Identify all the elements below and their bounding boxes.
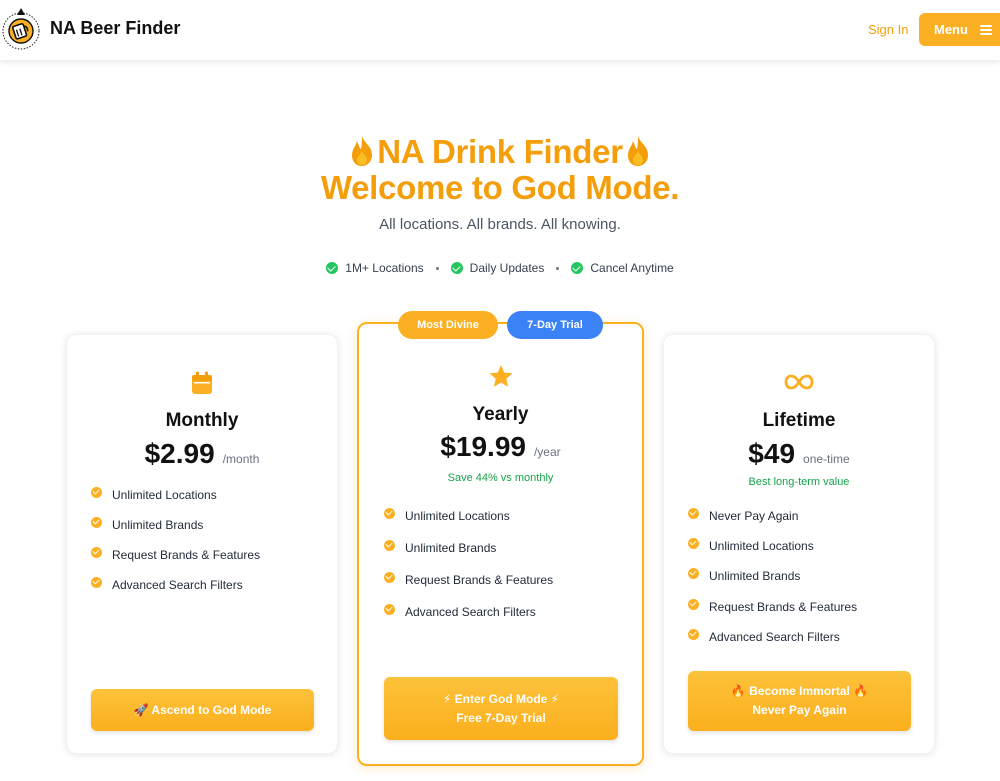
check-icon	[688, 507, 699, 519]
list-item: Unlimited Locations	[688, 537, 814, 553]
separator-dot	[435, 266, 439, 270]
feature-text: Unlimited Brands	[405, 541, 497, 555]
plan-title: Yearly	[472, 404, 529, 425]
plan-title: Lifetime	[762, 410, 836, 431]
feature-text: Request Brands & Features	[405, 573, 554, 587]
feature-text: Advanced Search Filters	[709, 630, 840, 644]
hero-tagline: All locations. All brands. All knowing.	[379, 216, 621, 233]
hero-features: 1M+ Locations Daily Updates Cancel Anyti…	[0, 261, 1000, 275]
ascend-button[interactable]: 🚀 Ascend to God Mode	[91, 689, 314, 731]
list-item: Unlimited Brands	[384, 539, 497, 555]
plan-price-row: $49 one-time	[664, 438, 934, 470]
cta-label-line1: ⚡ Enter God Mode ⚡	[442, 691, 560, 706]
most-divine-badge: Most Divine	[398, 311, 498, 339]
list-item: Unlimited Locations	[384, 507, 510, 523]
plan-price-row: $2.99 /month	[67, 438, 337, 470]
list-item: Advanced Search Filters	[688, 628, 840, 644]
feature-text: Request Brands & Features	[112, 548, 261, 562]
top-nav: NA Beer Finder Sign In Menu	[0, 0, 1000, 60]
plan-period: /month	[222, 452, 260, 466]
check-icon	[384, 539, 395, 551]
feature-label: Cancel Anytime	[590, 261, 674, 275]
menu-label: Menu	[934, 22, 968, 37]
check-icon	[91, 546, 102, 558]
value-note: Best long-term value	[748, 476, 850, 488]
check-circle-icon	[450, 262, 463, 274]
check-icon	[384, 507, 395, 519]
list-item: Advanced Search Filters	[91, 576, 243, 592]
enter-god-mode-button[interactable]: ⚡ Enter God Mode ⚡ Free 7-Day Trial	[384, 677, 618, 740]
feature-text: Never Pay Again	[709, 509, 799, 523]
list-item: Never Pay Again	[688, 507, 799, 523]
fire-icon	[627, 136, 648, 166]
plan-title: Monthly	[165, 410, 239, 431]
beer-compass-logo-icon[interactable]	[0, 7, 44, 53]
feature-text: Advanced Search Filters	[405, 605, 536, 619]
hero-title-text: NA Drink Finder	[377, 133, 623, 170]
list-item: Unlimited Locations	[91, 486, 217, 502]
hero-title-line1: NA Drink Finder	[0, 133, 1000, 171]
check-icon	[688, 537, 699, 549]
feature-text: Unlimited Locations	[405, 509, 510, 523]
check-circle-icon	[571, 262, 584, 274]
hamburger-icon	[979, 24, 992, 35]
fire-icon	[352, 136, 373, 166]
feature-text: Advanced Search Filters	[112, 578, 243, 592]
list-item: Unlimited Brands	[91, 516, 204, 532]
menu-button[interactable]: Menu	[919, 13, 1000, 46]
feature-text: Unlimited Brands	[709, 569, 801, 583]
star-icon	[359, 364, 642, 389]
feature-label: 1M+ Locations	[345, 261, 424, 275]
sign-in-link[interactable]: Sign In	[868, 22, 908, 37]
check-icon	[384, 571, 395, 583]
check-icon	[91, 486, 102, 498]
feature-item: Cancel Anytime	[571, 261, 674, 275]
feature-text: Request Brands & Features	[709, 600, 858, 614]
list-item: Request Brands & Features	[384, 571, 554, 587]
check-icon	[688, 567, 699, 579]
feature-item: 1M+ Locations	[326, 261, 424, 275]
check-circle-icon	[326, 262, 339, 274]
check-icon	[91, 516, 102, 528]
plan-price-row: $19.99 /year	[359, 431, 642, 463]
separator-dot	[556, 266, 560, 270]
cta-label-line2: Free 7-Day Trial	[456, 710, 546, 725]
check-icon	[91, 576, 102, 588]
brand-name[interactable]: NA Beer Finder	[50, 18, 180, 39]
cta-label-line2: Never Pay Again	[752, 703, 847, 717]
list-item: Advanced Search Filters	[384, 603, 536, 619]
check-icon	[688, 598, 699, 610]
feature-text: Unlimited Locations	[709, 539, 814, 553]
infinity-icon	[664, 373, 934, 391]
plan-price: $19.99	[440, 431, 526, 462]
cta-label: 🚀 Ascend to God Mode	[133, 702, 272, 717]
plan-card-lifetime: Lifetime $49 one-time Best long-term val…	[663, 334, 935, 754]
become-immortal-button[interactable]: 🔥 Become Immortal 🔥 Never Pay Again	[688, 671, 911, 731]
plan-card-monthly: Monthly $2.99 /month Unlimited Locations…	[66, 334, 338, 754]
hero-title-line2: Welcome to God Mode.	[320, 169, 680, 206]
feature-label: Daily Updates	[469, 261, 545, 275]
feature-text: Unlimited Brands	[112, 518, 204, 532]
plan-card-yearly: Yearly $19.99 /year Save 44% vs monthly …	[357, 322, 644, 766]
list-item: Request Brands & Features	[688, 598, 858, 614]
check-icon	[688, 628, 699, 640]
plan-price: $2.99	[144, 438, 215, 469]
cta-label-line1: 🔥 Become Immortal 🔥	[730, 684, 869, 698]
calendar-icon	[67, 371, 337, 395]
trial-badge: 7-Day Trial	[507, 311, 603, 339]
savings-note: Save 44% vs monthly	[447, 472, 554, 484]
list-item: Unlimited Brands	[688, 567, 801, 583]
feature-item: Daily Updates	[450, 261, 545, 275]
check-icon	[384, 603, 395, 615]
plan-period: one-time	[803, 452, 850, 466]
feature-text: Unlimited Locations	[112, 488, 217, 502]
plan-price: $49	[748, 438, 796, 469]
plan-period: /year	[533, 445, 561, 459]
list-item: Request Brands & Features	[91, 546, 261, 562]
